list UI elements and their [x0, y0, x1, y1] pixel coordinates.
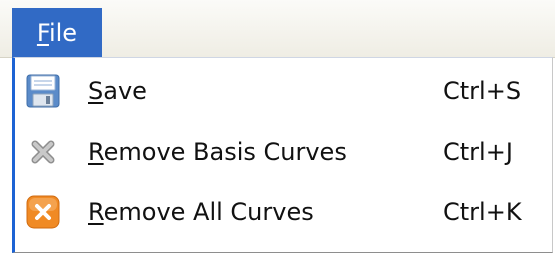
remove-all-curves-label: Remove All Curves	[88, 184, 314, 240]
file-menu-access-key: F	[36, 19, 49, 47]
menubar: File	[0, 0, 555, 58]
save-shortcut: Ctrl+S	[443, 77, 522, 105]
save-label: Save	[88, 63, 147, 119]
remove-basis-curves-label: Remove Basis Curves	[88, 124, 347, 180]
remove-basis-icon	[26, 135, 60, 169]
save-icon	[26, 74, 60, 108]
remove-all-icon	[26, 195, 60, 229]
remove-basis-curves-shortcut: Ctrl+J	[443, 138, 513, 166]
menu-item-remove-basis-curves[interactable]: Remove Basis Curves Ctrl+J	[15, 124, 553, 180]
remove-basis-label-text: emove Basis Curves	[103, 138, 347, 166]
file-dropdown-menu: Save Ctrl+S Remove Basis Curves Ctrl+J R…	[12, 57, 553, 253]
save-label-text: ave	[103, 77, 147, 105]
remove-all-label-text: emove All Curves	[103, 198, 314, 226]
remove-all-access-key: R	[88, 198, 104, 226]
remove-basis-access-key: R	[88, 138, 104, 166]
file-menu-label: ile	[48, 19, 78, 47]
menu-item-save[interactable]: Save Ctrl+S	[15, 63, 553, 119]
menu-item-remove-all-curves[interactable]: Remove All Curves Ctrl+K	[15, 184, 553, 240]
file-menu[interactable]: File	[12, 8, 102, 58]
remove-all-curves-shortcut: Ctrl+K	[443, 198, 522, 226]
save-access-key: S	[88, 77, 104, 105]
